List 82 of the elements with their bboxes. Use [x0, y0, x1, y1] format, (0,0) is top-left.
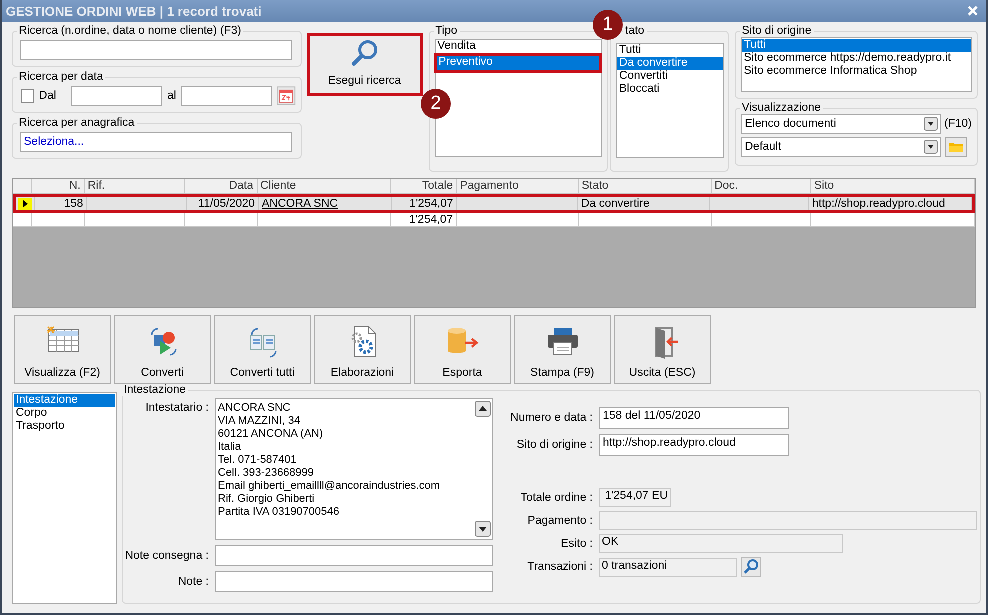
readonly-field: OK: [599, 534, 843, 553]
date-from-field[interactable]: [71, 86, 162, 106]
address-line: Email ghiberti_emaillll@ancoraindustries.com: [218, 480, 442, 493]
scroll-down-icon[interactable]: [475, 521, 491, 537]
address-line: ANCORA SNC: [218, 402, 292, 415]
list-item[interactable]: Bloccati: [617, 83, 724, 96]
group-label: tato: [624, 25, 646, 37]
close-icon[interactable]: [968, 6, 978, 16]
customer-link[interactable]: ANCORA SNC: [262, 198, 338, 210]
checkbox-label: Dal: [39, 90, 56, 102]
address-line: Rif. Giorgio Ghiberti: [218, 493, 316, 506]
table-cell: 158: [64, 198, 84, 210]
toolbar-button[interactable]: Converti: [114, 315, 211, 384]
field-label: Totale ordine :: [520, 492, 594, 504]
section-tab[interactable]: Trasporto: [14, 420, 115, 433]
section-tab[interactable]: Intestazione: [14, 394, 115, 407]
field-label: Pagamento :: [526, 514, 594, 526]
dropdown[interactable]: Elenco documenti: [741, 114, 941, 134]
notes-field[interactable]: [215, 571, 493, 592]
group-label: Ricerca per data: [18, 71, 104, 83]
date-to-field[interactable]: [181, 86, 272, 106]
readonly-field: 1'254,07 EU: [599, 488, 671, 507]
table-cell: 1'254,07: [410, 198, 454, 210]
registry-select-field[interactable]: Seleziona...: [20, 132, 292, 152]
field-label: Transazioni :: [526, 561, 594, 573]
toolbar-button[interactable]: Stampa (F9): [514, 315, 611, 384]
total-cell: 1'254,07: [391, 213, 458, 227]
address-line: 60121 ANCONA (AN): [218, 428, 324, 441]
scroll-up-icon[interactable]: [475, 401, 491, 417]
notes-field[interactable]: [215, 545, 493, 566]
address-line: Tel. 071-587401: [218, 454, 298, 467]
address-line: Partita IVA 03190700546: [218, 506, 341, 519]
checkbox[interactable]: [21, 89, 34, 103]
table-icon: [46, 325, 80, 355]
calendar-icon[interactable]: [277, 86, 296, 106]
toolbar-button[interactable]: Elaborazioni: [314, 315, 411, 384]
field-label: Sito di origine :: [516, 439, 594, 451]
list-item[interactable]: Sito ecommerce https://demo.readypro.it: [742, 52, 971, 65]
list-item[interactable]: Preventivo: [436, 56, 600, 70]
field-label: Esito :: [560, 538, 594, 550]
group-label: Visualizzazione: [741, 102, 822, 114]
table-cell: http://shop.readypro.cloud: [812, 198, 946, 210]
toolbar-button[interactable]: Converti tutti: [214, 315, 311, 384]
table-cell: Da convertire: [581, 198, 650, 210]
table-cell: 11/05/2020: [198, 198, 256, 210]
field-label: Note :: [177, 576, 210, 588]
field-label: Intestatario :: [144, 401, 210, 414]
shortcut-label: (F10): [944, 118, 972, 130]
field-label: Numero e data :: [510, 412, 594, 424]
group-label: Sito di origine: [741, 25, 813, 37]
readonly-field: 0 transazioni: [599, 558, 737, 576]
address-text-area[interactable]: ANCORA SNC VIA MAZZINI, 34 60121 ANCONA (AN) Italia Tel. 071-587401 Cell. 393-23668999 Email ghiberti_emaillll@ancoraindustries.com Rif. Giorgio Ghiberti Partita IVA 03190700546: [215, 398, 493, 540]
search-icon[interactable]: [741, 557, 761, 577]
section-tab[interactable]: Corpo: [14, 407, 115, 420]
toolbar-button[interactable]: Esporta: [414, 315, 511, 384]
address-line: Italia: [218, 441, 242, 454]
group-label: Ricerca per anagrafica: [18, 117, 136, 129]
search-button[interactable]: Esegui ricerca: [307, 33, 423, 96]
folder-icon[interactable]: [945, 137, 967, 157]
list-item[interactable]: Tutti: [742, 39, 971, 52]
field-label: Note consegna :: [124, 550, 210, 562]
group-label: Tipo: [434, 25, 459, 37]
toolbar-button[interactable]: Visualizza (F2): [14, 315, 111, 384]
text-field[interactable]: 158 del 11/05/2020: [599, 407, 789, 429]
search-icon: [350, 39, 380, 69]
dropdown[interactable]: Default: [741, 137, 941, 157]
table-row[interactable]: 158 11/05/2020 ANCORA SNC 1'254,07 Da convertire http://shop.readypro.cloud: [13, 194, 975, 213]
address-line: VIA MAZZINI, 34: [218, 415, 302, 428]
list-item[interactable]: Da convertire: [617, 57, 724, 70]
toolbar-button[interactable]: Uscita (ESC): [614, 315, 711, 384]
list-item[interactable]: Vendita: [436, 40, 602, 53]
list-item[interactable]: Tutti: [617, 44, 724, 57]
list-item[interactable]: Sito ecommerce Informatica Shop: [742, 65, 971, 78]
text-field[interactable]: http://shop.readypro.cloud: [599, 434, 789, 456]
group-label: Intestazione: [123, 384, 188, 396]
address-line: Cell. 393-23668999: [218, 467, 316, 480]
scrollbar[interactable]: [474, 399, 492, 539]
field-label: al: [167, 90, 176, 102]
search-field[interactable]: [20, 40, 292, 60]
group-label: Ricerca (n.ordine, data o nome cliente) (F3): [18, 25, 242, 37]
window-title: GESTIONE ORDINI WEB | 1 record trovati: [6, 4, 262, 18]
list-item[interactable]: Convertiti: [617, 70, 724, 83]
